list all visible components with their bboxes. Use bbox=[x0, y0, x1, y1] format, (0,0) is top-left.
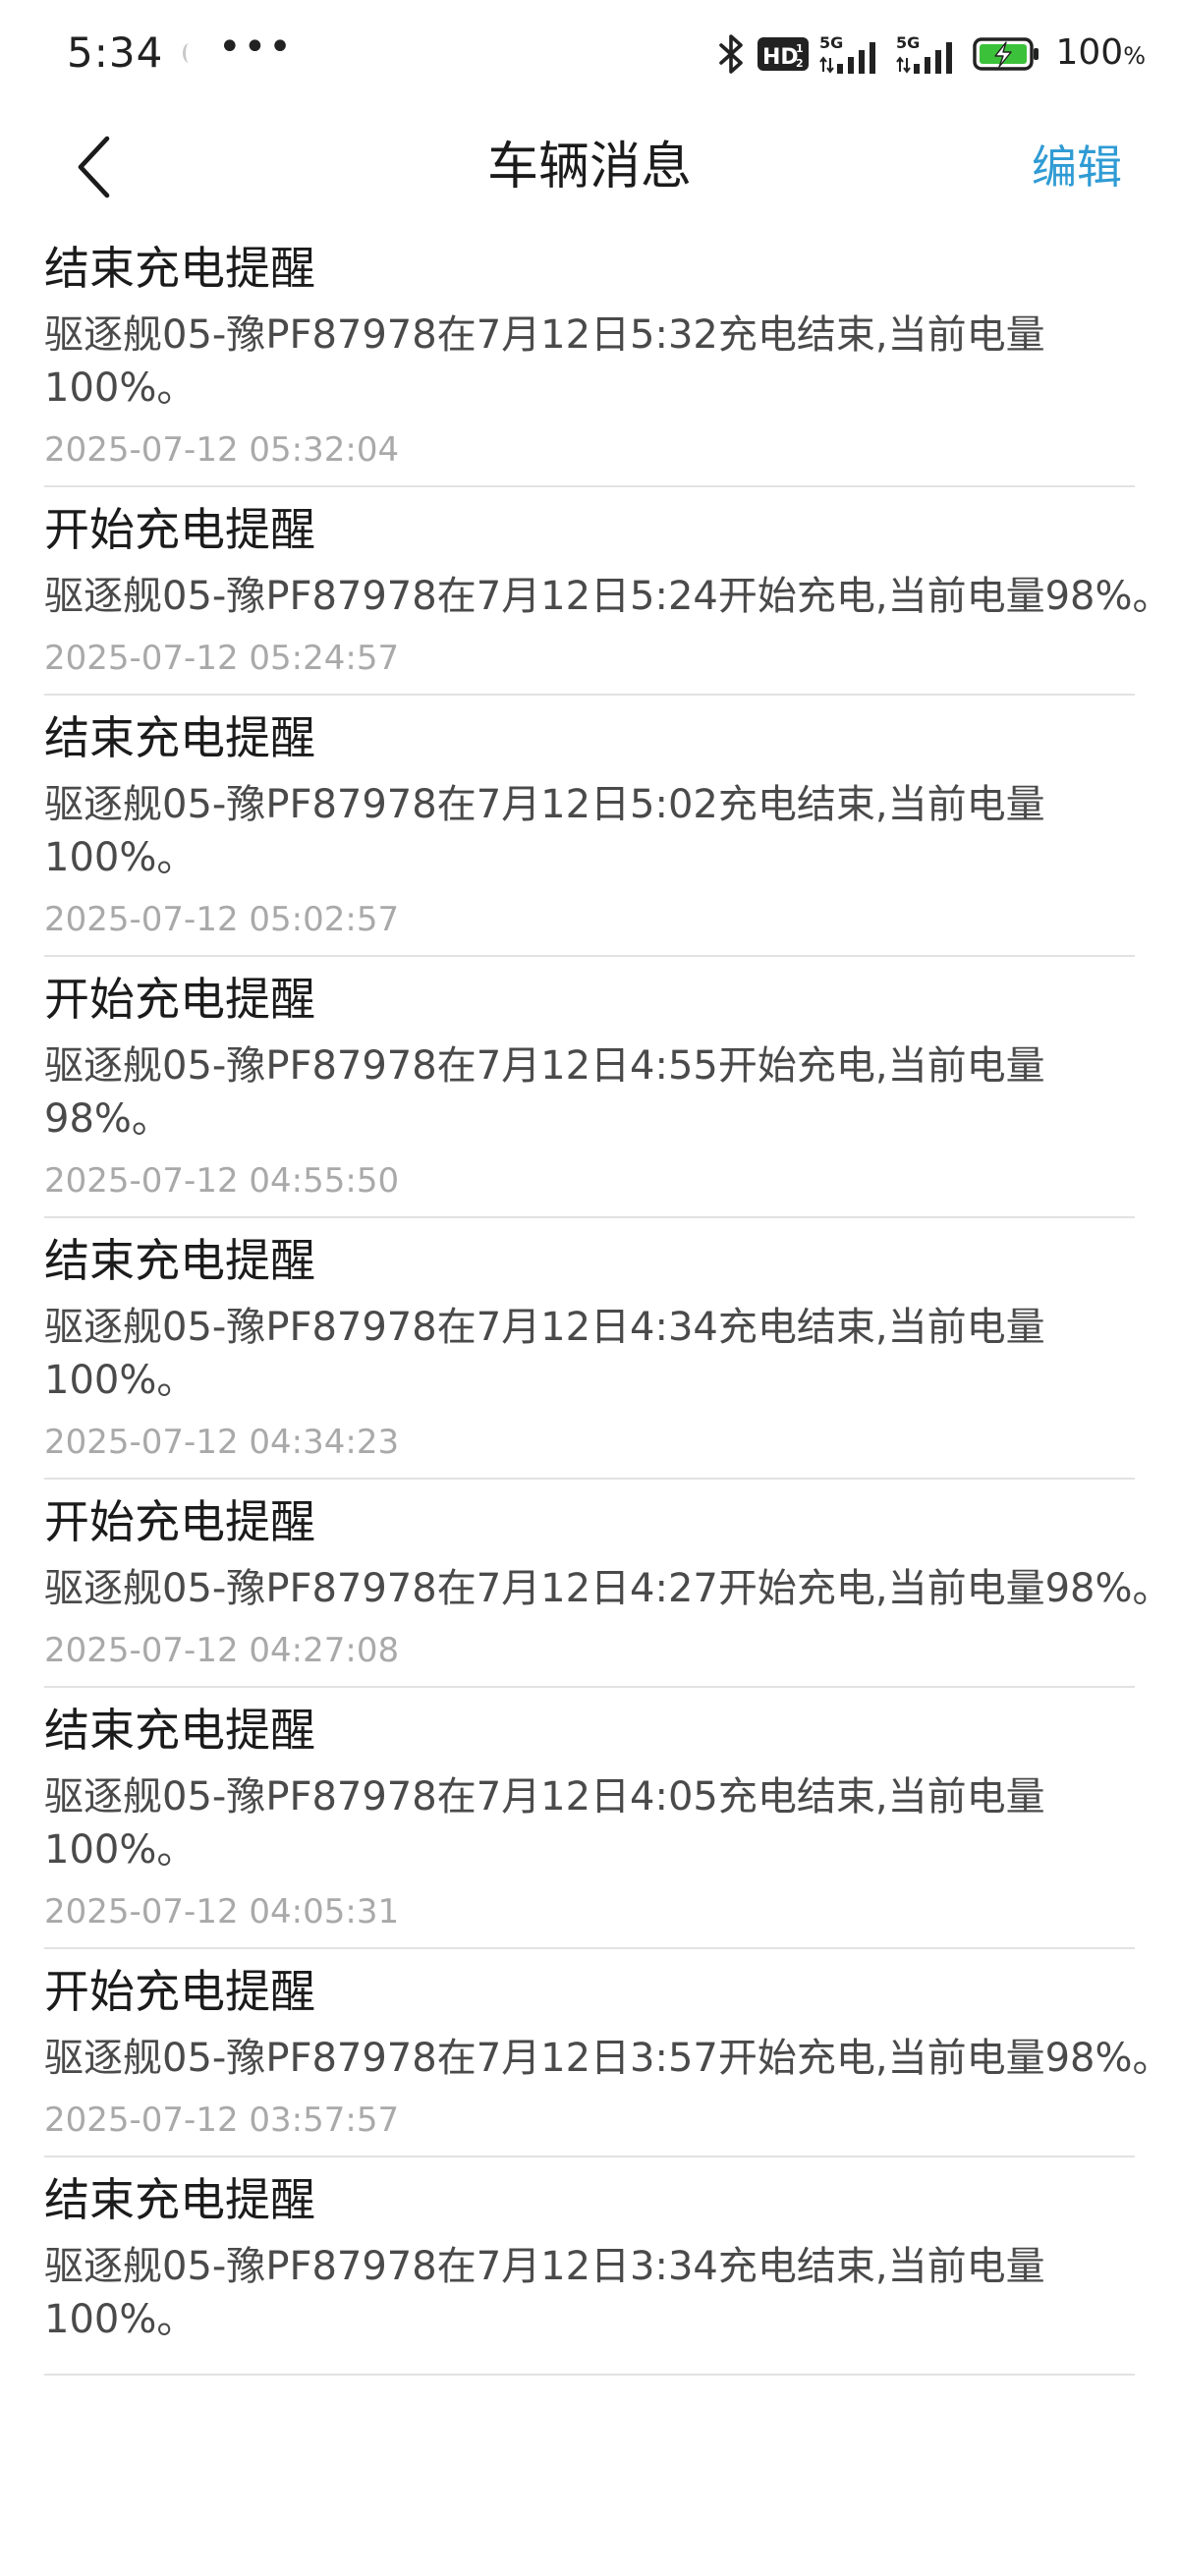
message-title: 开始充电提醒 bbox=[44, 973, 315, 1026]
message-body: 驱逐舰05-豫PF87978在7月12日5:02充电结束,当前电量100%。 bbox=[44, 782, 1045, 880]
message-body: 驱逐舰05-豫PF87978在7月12日5:24开始充电,当前电量98%。 bbox=[44, 574, 1172, 619]
message-body: 驱逐舰05-豫PF87978在7月12日4:27开始充电,当前电量98%。 bbox=[44, 1566, 1172, 1611]
message-body: 驱逐舰05-豫PF87978在7月12日3:34充电结束,当前电量100%。 bbox=[44, 2244, 1045, 2342]
message-body: 驱逐舰05-豫PF87978在7月12日3:57开始充电,当前电量98%。 bbox=[44, 2036, 1172, 2081]
list-item[interactable]: 开始充电提醒 驱逐舰05-豫PF87978在7月12日4:55开始充电,当前电量… bbox=[44, 957, 1135, 1218]
message-time: 2025-07-12 04:05:31 bbox=[44, 1892, 400, 1932]
list-item[interactable]: 开始充电提醒 驱逐舰05-豫PF87978在7月12日3:57开始充电,当前电量… bbox=[44, 1949, 1172, 2157]
page-title: 车辆消息 bbox=[486, 138, 692, 196]
more-notifications-icon: ••• bbox=[218, 25, 294, 70]
status-time: 5:34 bbox=[67, 28, 164, 77]
svg-text:1: 1 bbox=[796, 42, 804, 55]
message-body: 驱逐舰05-豫PF87978在7月12日4:55开始充电,当前电量98%。 bbox=[44, 1043, 1045, 1142]
message-body: 驱逐舰05-豫PF87978在7月12日4:05充电结束,当前电量100%。 bbox=[44, 1774, 1045, 1873]
5g-signal-icon: 5G bbox=[819, 33, 876, 74]
message-title: 开始充电提醒 bbox=[44, 1495, 315, 1548]
bluetooth-icon bbox=[719, 34, 744, 74]
status-icons: HD 1 2 5G 5G 100% bbox=[717, 29, 1146, 79]
message-body: 驱逐舰05-豫PF87978在7月12日4:34充电结束,当前电量100%。 bbox=[44, 1305, 1045, 1403]
svg-text:5G: 5G bbox=[819, 33, 843, 52]
message-time: 2025-07-12 05:24:57 bbox=[44, 639, 400, 678]
message-body: 驱逐舰05-豫PF87978在7月12日5:32充电结束,当前电量100%。 bbox=[44, 312, 1045, 411]
message-time: 2025-07-12 04:55:50 bbox=[44, 1161, 400, 1201]
message-title: 结束充电提醒 bbox=[44, 711, 315, 764]
edit-button[interactable]: 编辑 bbox=[1032, 108, 1122, 226]
message-title: 结束充电提醒 bbox=[44, 2173, 315, 2226]
hd-voice-icon: HD 1 2 bbox=[758, 37, 810, 71]
battery-charging-icon bbox=[973, 37, 1039, 71]
message-title: 开始充电提醒 bbox=[44, 503, 315, 556]
message-title: 结束充电提醒 bbox=[44, 1704, 315, 1757]
message-title: 结束充电提醒 bbox=[44, 242, 315, 295]
message-time bbox=[44, 2360, 1135, 2374]
app-header: 车辆消息 编辑 bbox=[0, 108, 1179, 226]
list-item[interactable]: 结束充电提醒 驱逐舰05-豫PF87978在7月12日3:34充电结束,当前电量… bbox=[44, 2157, 1135, 2376]
list-item[interactable]: 开始充电提醒 驱逐舰05-豫PF87978在7月12日5:24开始充电,当前电量… bbox=[44, 487, 1172, 696]
list-item[interactable]: 开始充电提醒 驱逐舰05-豫PF87978在7月12日4:27开始充电,当前电量… bbox=[44, 1480, 1172, 1688]
list-item[interactable]: 结束充电提醒 驱逐舰05-豫PF87978在7月12日5:32充电结束,当前电量… bbox=[44, 226, 1135, 487]
status-bar: 5:34 ••• HD 1 2 5G 5G 100% bbox=[0, 0, 1179, 108]
svg-text:2: 2 bbox=[796, 57, 804, 70]
message-list[interactable]: 结束充电提醒 驱逐舰05-豫PF87978在7月12日5:32充电结束,当前电量… bbox=[0, 226, 1179, 2576]
notification-dot-icon bbox=[183, 43, 196, 63]
message-title: 开始充电提醒 bbox=[44, 1965, 315, 2018]
list-item[interactable]: 结束充电提醒 驱逐舰05-豫PF87978在7月12日4:34充电结束,当前电量… bbox=[44, 1218, 1135, 1480]
message-time: 2025-07-12 04:34:23 bbox=[44, 1423, 400, 1462]
message-time: 2025-07-12 04:27:08 bbox=[44, 1631, 400, 1670]
list-item[interactable]: 结束充电提醒 驱逐舰05-豫PF87978在7月12日4:05充电结束,当前电量… bbox=[44, 1688, 1135, 1949]
message-time: 2025-07-12 05:32:04 bbox=[44, 430, 400, 470]
message-time: 2025-07-12 05:02:57 bbox=[44, 900, 400, 939]
svg-text:5G: 5G bbox=[896, 33, 920, 52]
list-item[interactable]: 结束充电提醒 驱逐舰05-豫PF87978在7月12日5:02充电结束,当前电量… bbox=[44, 696, 1135, 957]
message-time: 2025-07-12 03:57:57 bbox=[44, 2100, 400, 2140]
svg-text:HD: HD bbox=[762, 45, 799, 70]
5g-signal-icon: 5G bbox=[896, 33, 953, 74]
battery-level: 100% bbox=[1055, 31, 1146, 73]
message-title: 结束充电提醒 bbox=[44, 1234, 315, 1287]
